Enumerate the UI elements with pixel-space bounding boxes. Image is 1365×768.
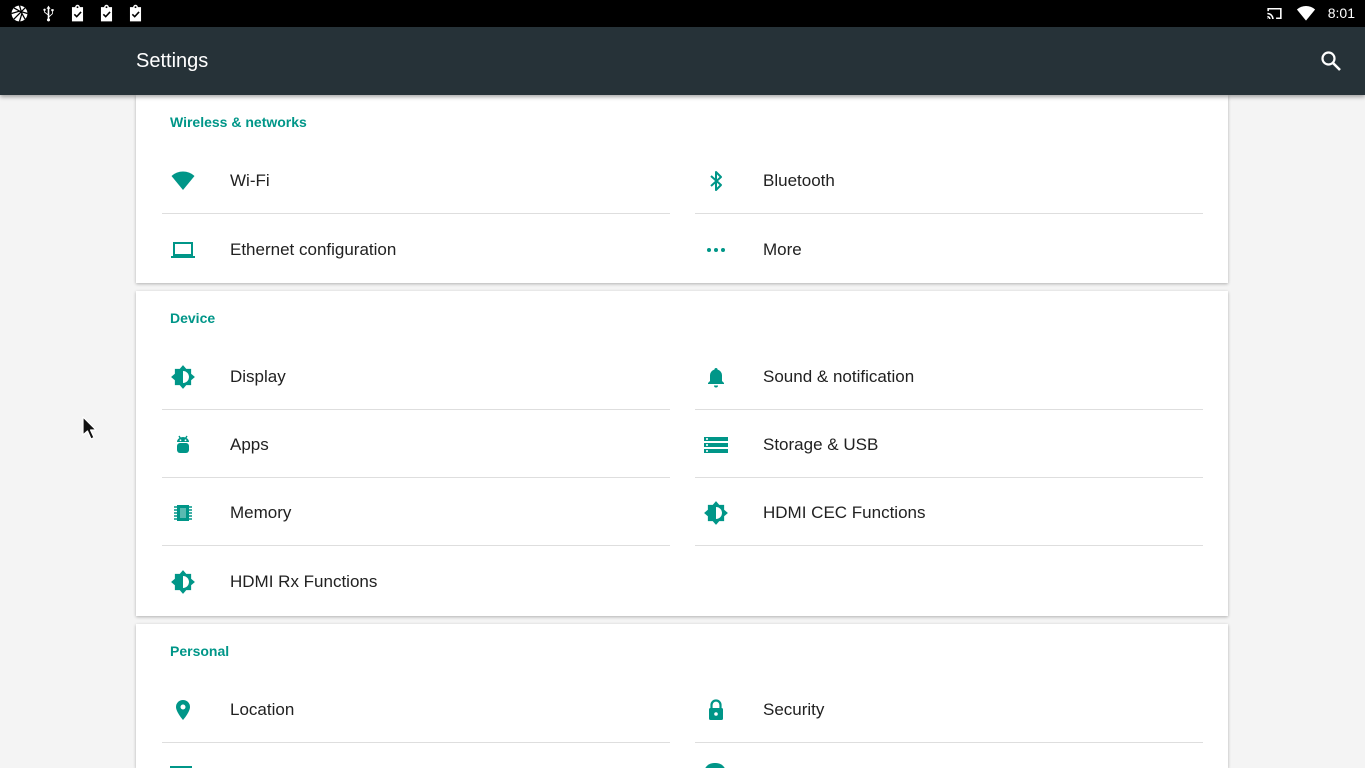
brightness-icon: [170, 569, 196, 595]
memory-item[interactable]: Memory: [162, 478, 670, 546]
aperture-icon: [11, 5, 28, 22]
system-icons: 8:01: [1265, 4, 1355, 23]
memory-chip-icon: [170, 500, 196, 526]
hdmi-cec-functions-item[interactable]: HDMI CEC Functions: [695, 478, 1203, 546]
bluetooth-icon: [703, 168, 729, 194]
page-title: Settings: [136, 50, 209, 72]
section-title: Device: [170, 310, 216, 326]
section-title: Wireless & networks: [170, 114, 307, 130]
wireless-networks-card: Wireless & networks Wi-Fi Bluetooth Ethe…: [136, 95, 1228, 283]
section-title: Personal: [170, 643, 230, 659]
cast-icon: [1267, 7, 1282, 20]
laptop-icon: [170, 237, 196, 263]
android-icon: [170, 432, 196, 458]
apps-item[interactable]: Apps: [162, 410, 670, 478]
item-label: HDMI Rx Functions: [230, 572, 378, 591]
brightness-icon: [170, 364, 196, 390]
clipboard-check-icon: [100, 4, 113, 22]
hdmi-rx-functions-item[interactable]: HDMI Rx Functions: [162, 547, 670, 615]
notification-icons: [10, 4, 145, 23]
bluetooth-item[interactable]: Bluetooth: [695, 146, 1203, 214]
app-bar: Settings: [0, 27, 1365, 95]
storage-icon: [703, 432, 729, 458]
item-label: Ethernet configuration: [230, 240, 397, 259]
item-label: Security: [763, 700, 825, 719]
item-label: Display: [230, 367, 286, 386]
clipboard-check-icon: [129, 4, 142, 22]
ethernet-configuration-item[interactable]: Ethernet configuration: [162, 215, 670, 283]
item-label: Bluetooth: [763, 171, 835, 190]
search-icon: [1321, 51, 1341, 71]
item-label: Apps: [230, 435, 269, 454]
item-label: HDMI CEC Functions: [763, 503, 926, 522]
item-label: Location: [230, 700, 295, 719]
clock: 8:01: [1327, 5, 1355, 21]
search-button[interactable]: [1319, 49, 1343, 73]
item-label: Sound & notification: [763, 367, 915, 386]
item-label: Storage & USB: [763, 435, 879, 454]
wifi-item[interactable]: Wi-Fi: [162, 146, 670, 214]
wifi-icon: [1296, 5, 1315, 21]
item-label: Memory: [230, 503, 292, 522]
status-bar: 8:01: [0, 0, 1365, 27]
item-label: Wi-Fi: [230, 171, 270, 190]
more-item[interactable]: More: [695, 215, 1203, 283]
item-label: More: [763, 240, 802, 259]
sound-notification-item[interactable]: Sound & notification: [695, 342, 1203, 410]
display-item[interactable]: Display: [162, 342, 670, 410]
clipboard-check-icon: [71, 4, 84, 22]
storage-usb-item[interactable]: Storage & USB: [695, 410, 1203, 478]
usb-icon: [43, 5, 54, 22]
lock-icon: [703, 697, 729, 723]
location-pin-icon: [170, 697, 196, 723]
location-item[interactable]: Location: [162, 675, 670, 743]
bell-icon: [703, 364, 729, 390]
mouse-cursor-icon: [82, 416, 97, 440]
device-card: Device Display Sound & notification Apps…: [136, 291, 1228, 616]
wifi-icon: [170, 168, 196, 194]
brightness-icon: [703, 500, 729, 526]
security-item[interactable]: Security: [695, 675, 1203, 743]
personal-card: Personal Location Security: [136, 624, 1228, 768]
partial-next-row-icon: [704, 763, 726, 768]
more-dots-icon: [703, 237, 729, 263]
